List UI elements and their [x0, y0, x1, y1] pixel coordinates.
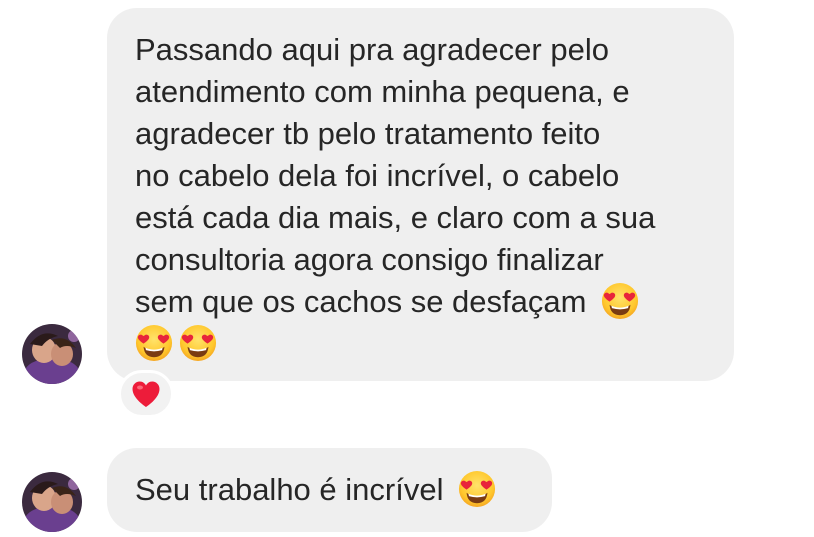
message-line-with-emoji: Seu trabalho é incrível — [135, 469, 496, 511]
message-line: agradecer tb pelo tratamento feito — [135, 116, 601, 151]
message-line: está cada dia mais, e claro com a sua — [135, 200, 656, 235]
message-bubble[interactable]: Seu trabalho é incrível — [107, 448, 552, 532]
sender-avatar[interactable] — [22, 324, 82, 384]
message-line: atendimento com minha pequena, e — [135, 74, 630, 109]
heart-reaction-badge[interactable] — [118, 370, 174, 418]
message-line: sem que os cachos se desfaçam — [135, 284, 587, 319]
sender-avatar[interactable] — [22, 472, 82, 532]
heart-eyes-emoji-icon — [179, 324, 217, 362]
message-line-with-emoji: sem que os cachos se desfaçam — [135, 281, 708, 323]
message-text: Seu trabalho é incrível — [135, 472, 444, 507]
heart-eyes-emoji-icon — [135, 324, 173, 362]
red-heart-icon — [132, 381, 160, 407]
message-line: Passando aqui pra agradecer pelo — [135, 32, 609, 67]
message-line: no cabelo dela foi incrível, o cabelo — [135, 158, 620, 193]
message-line: consultoria agora consigo finalizar — [135, 242, 604, 277]
avatar-photo — [22, 324, 82, 384]
avatar-photo — [22, 472, 82, 532]
emoji-line — [135, 323, 708, 365]
message-bubble[interactable]: Passando aqui pra agradecer pelo atendim… — [107, 8, 734, 381]
heart-eyes-emoji-icon — [458, 470, 496, 508]
heart-eyes-emoji-icon — [601, 282, 639, 320]
